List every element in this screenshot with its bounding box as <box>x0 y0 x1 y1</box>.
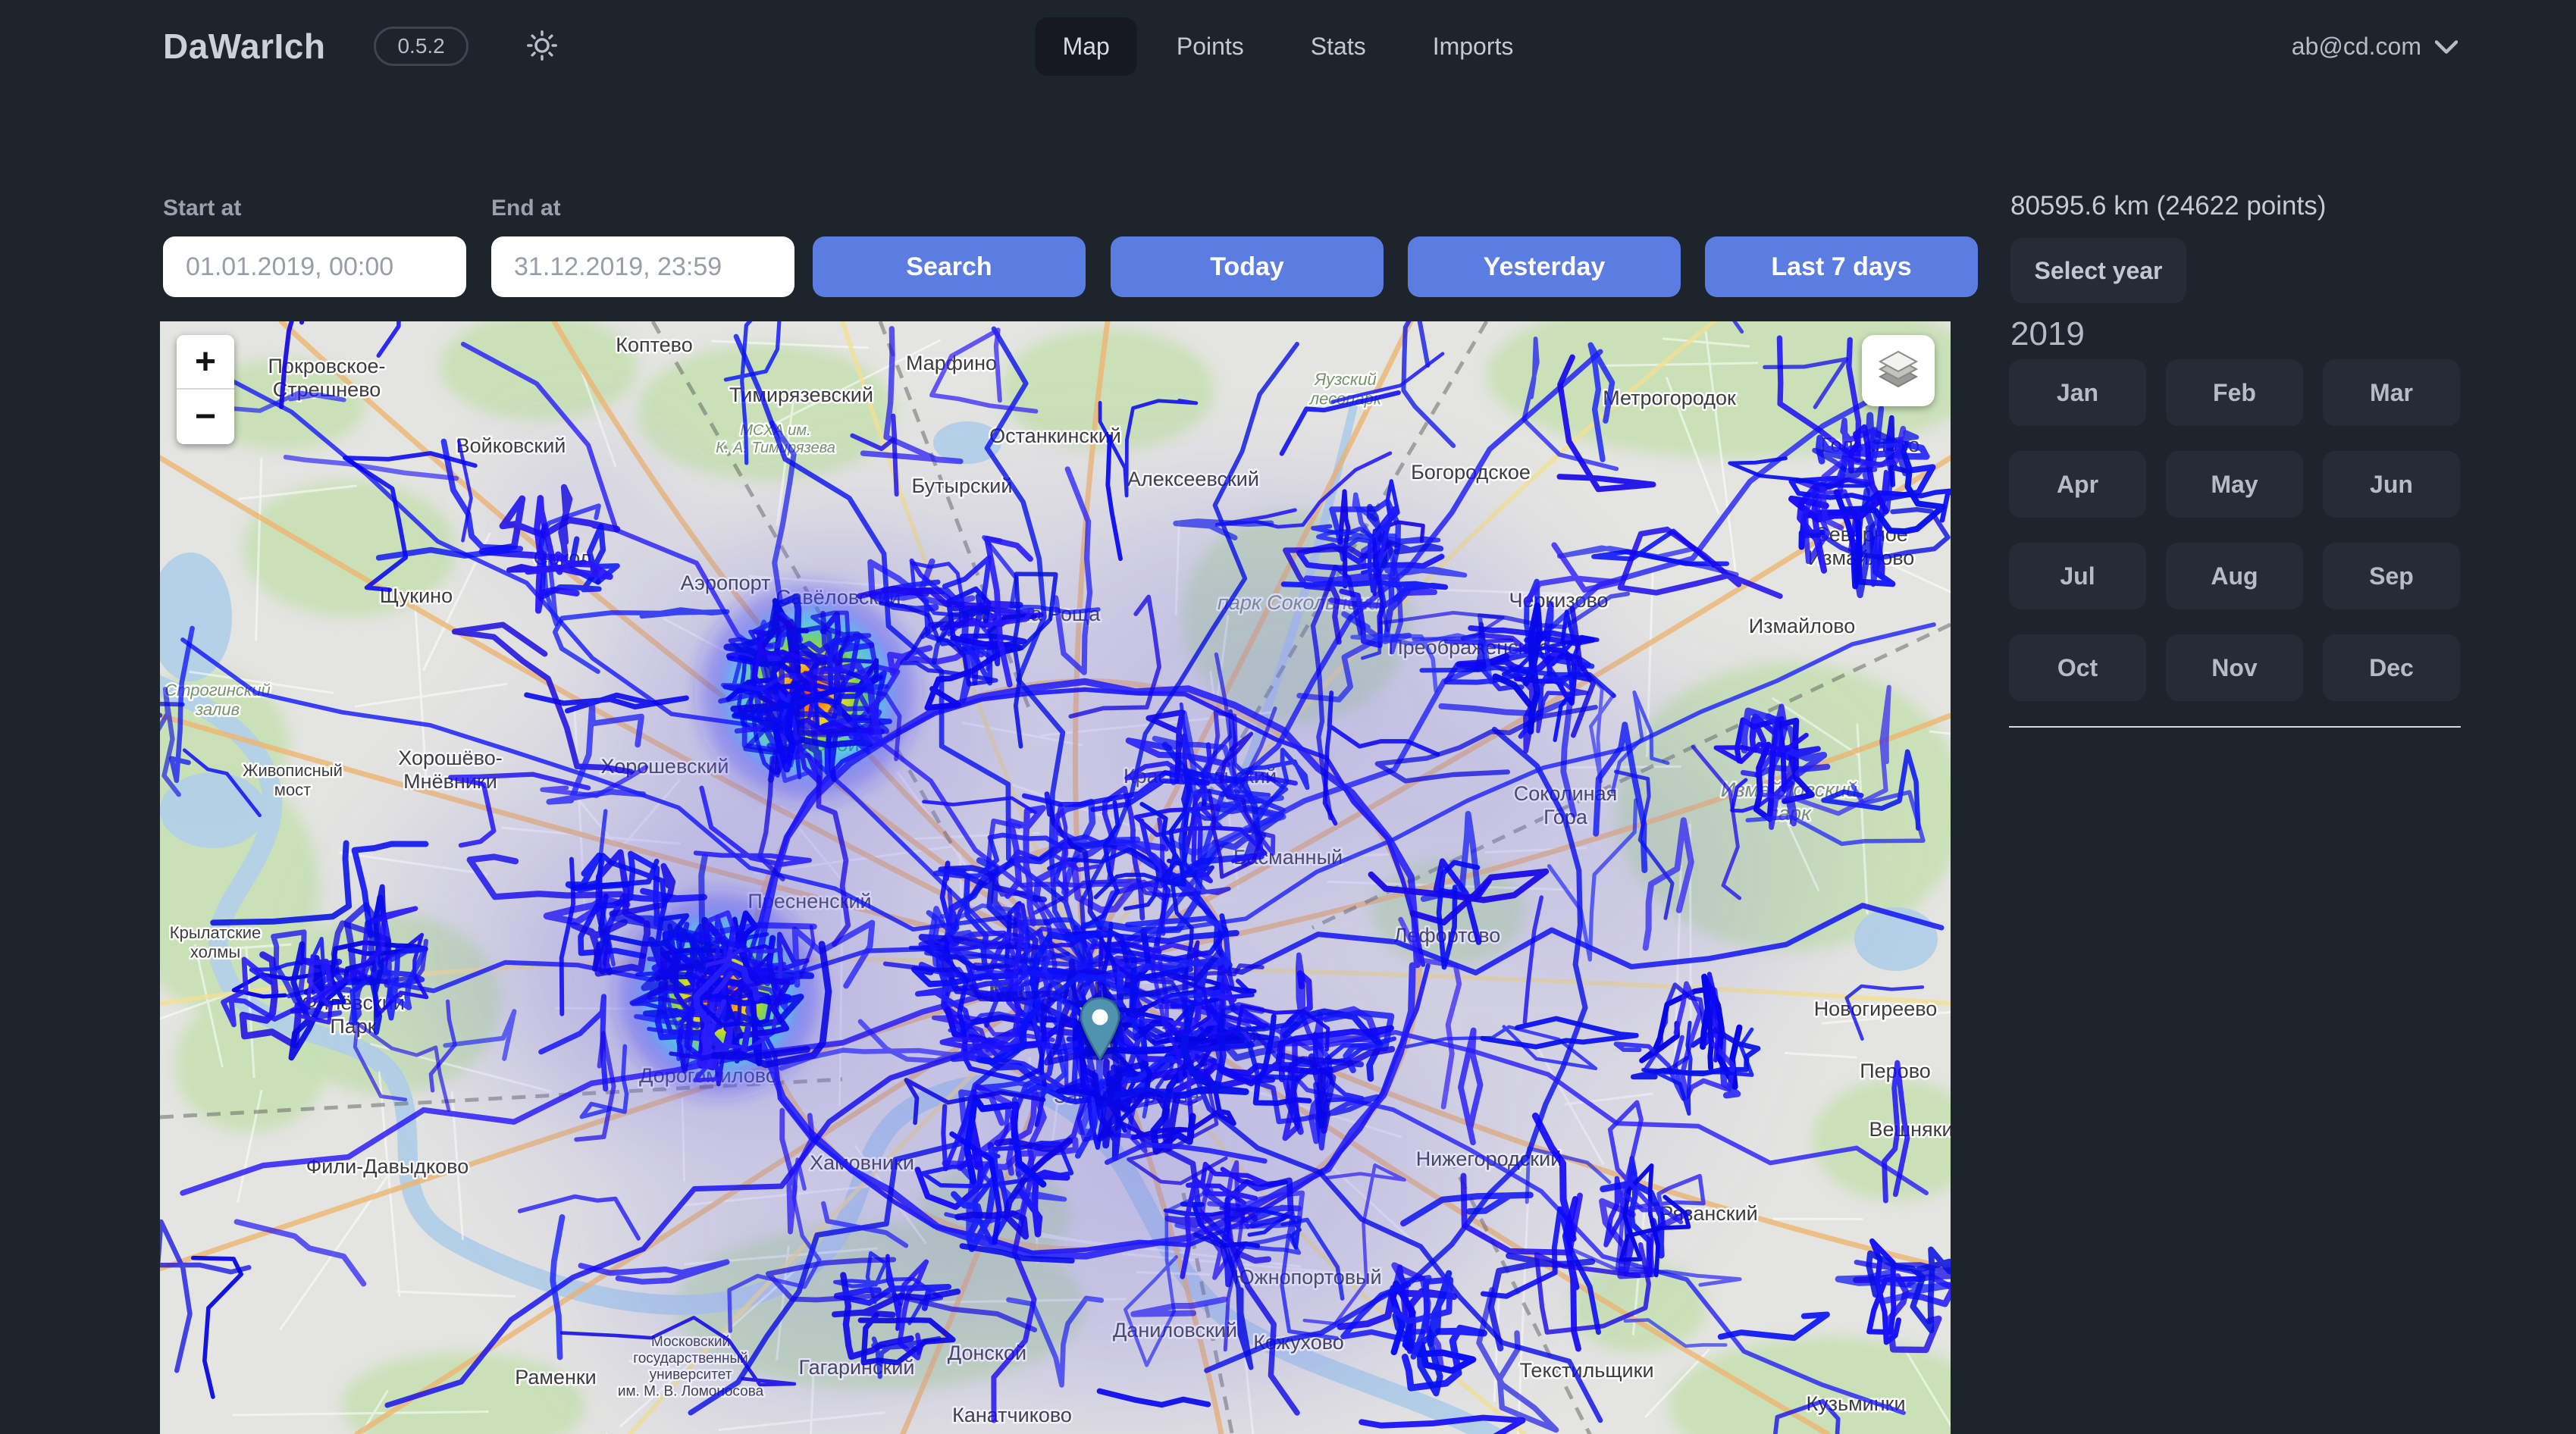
month-button-oct[interactable]: Oct <box>2009 634 2146 701</box>
map-label: Измайлово <box>1749 615 1856 637</box>
tab-stats[interactable]: Stats <box>1283 17 1393 76</box>
sun-icon <box>525 28 559 65</box>
app-logo[interactable]: DaWarIch <box>163 26 325 67</box>
month-button-mar[interactable]: Mar <box>2323 359 2460 426</box>
account-email: ab@cd.com <box>2292 33 2421 61</box>
zoom-out-button[interactable]: − <box>177 390 234 444</box>
month-button-jun[interactable]: Jun <box>2323 451 2460 518</box>
map-label: Тимирязевский <box>729 384 873 406</box>
map-zoom-control: + − <box>177 335 234 444</box>
distance-stats: 80595.6 km (24622 points) <box>2010 191 2326 221</box>
chevron-down-icon <box>2435 33 2458 61</box>
tab-points[interactable]: Points <box>1149 17 1271 76</box>
start-at-label: Start at <box>163 196 241 221</box>
month-button-nov[interactable]: Nov <box>2166 634 2303 701</box>
layers-icon <box>1874 346 1923 396</box>
month-button-jul[interactable]: Jul <box>2009 543 2146 609</box>
map-label: Новогиреево <box>1814 997 1938 1020</box>
last-7-days-button[interactable]: Last 7 days <box>1705 236 1978 297</box>
start-at-input[interactable] <box>163 236 466 297</box>
sidebar-divider <box>2009 726 2461 728</box>
month-button-aug[interactable]: Aug <box>2166 543 2303 609</box>
month-button-dec[interactable]: Dec <box>2323 634 2460 701</box>
search-button[interactable]: Search <box>813 236 1086 297</box>
month-button-sep[interactable]: Sep <box>2323 543 2460 609</box>
main-nav: Map Points Stats Imports <box>1036 17 1541 76</box>
month-button-jan[interactable]: Jan <box>2009 359 2146 426</box>
tab-map[interactable]: Map <box>1036 17 1137 76</box>
zoom-in-button[interactable]: + <box>177 335 234 390</box>
map-label: Коптево <box>616 333 693 356</box>
month-button-may[interactable]: May <box>2166 451 2303 518</box>
year-heading: 2019 <box>2010 315 2085 353</box>
theme-toggle-button[interactable] <box>517 20 567 73</box>
location-marker-pin[interactable] <box>1079 997 1121 1064</box>
page: { "app": { "title": "DaWarIch", "version… <box>0 0 2576 1434</box>
version-badge: 0.5.2 <box>374 27 468 66</box>
map-tiles: КоптевоПокровское-СтрешневоТимирязевский… <box>160 321 1951 1434</box>
map-label: Метрогородок <box>1603 387 1736 409</box>
yesterday-button[interactable]: Yesterday <box>1408 236 1681 297</box>
account-menu[interactable]: ab@cd.com <box>2292 33 2458 61</box>
layers-control[interactable] <box>1862 335 1935 406</box>
map-canvas[interactable]: КоптевоПокровское-СтрешневоТимирязевский… <box>160 321 1951 1434</box>
navbar: DaWarIch 0.5.2 Map Points Stats Imports … <box>0 0 2576 92</box>
end-at-label: End at <box>491 196 561 221</box>
month-grid: Jan Feb Mar Apr May Jun Jul Aug Sep Oct … <box>2009 359 2460 701</box>
month-button-apr[interactable]: Apr <box>2009 451 2146 518</box>
tab-imports[interactable]: Imports <box>1406 17 1541 76</box>
map-label: Яузскийлесопарк <box>1308 370 1383 408</box>
end-at-input[interactable] <box>491 236 794 297</box>
today-button[interactable]: Today <box>1111 236 1384 297</box>
month-button-feb[interactable]: Feb <box>2166 359 2303 426</box>
select-year-button[interactable]: Select year <box>2010 238 2186 303</box>
